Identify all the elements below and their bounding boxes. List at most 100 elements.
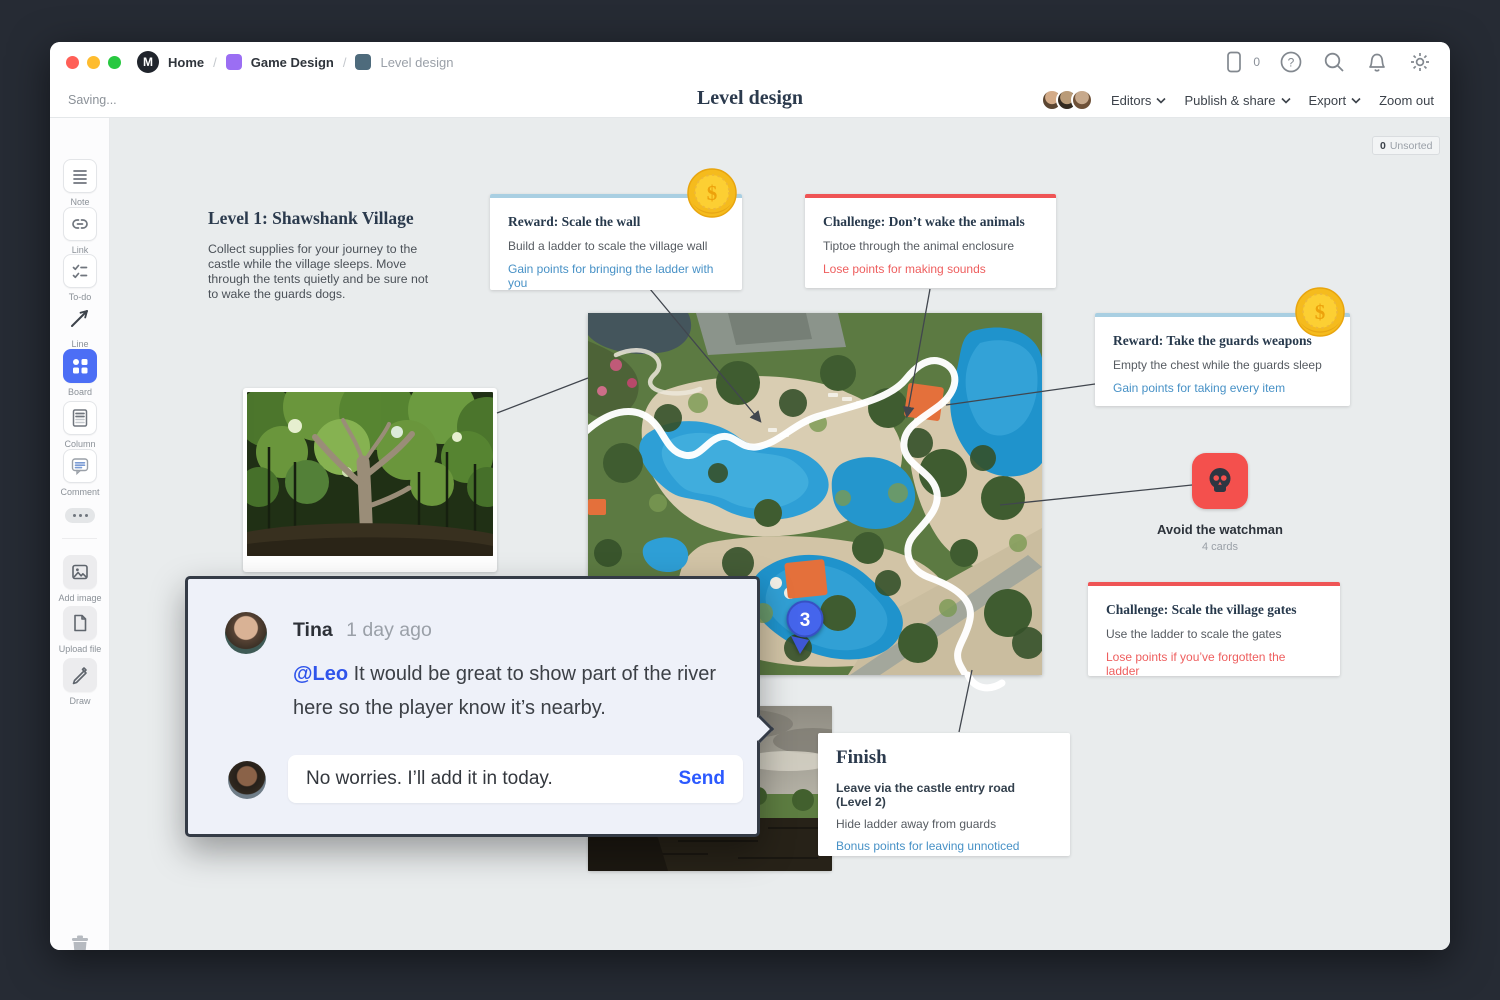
reply-input-value[interactable]: No worries. I’ll add it in today. [306, 768, 679, 790]
card-link[interactable]: Gain points for bringing the ladder with… [508, 262, 724, 290]
chevron-down-icon [1351, 97, 1361, 104]
mention-link[interactable]: @Leo [293, 663, 348, 685]
tool-column[interactable]: Column [50, 401, 110, 449]
tool-link[interactable]: Link [50, 207, 110, 255]
close-window-button[interactable] [66, 56, 79, 69]
tool-upload-file[interactable]: Upload file [50, 606, 110, 654]
app-window: M Home / Game Design / Level design 0 ? [50, 42, 1450, 950]
chevron-down-icon [1156, 97, 1166, 104]
settings-gear-icon[interactable] [1408, 50, 1432, 74]
card-body: Use the ladder to scale the gates [1106, 627, 1322, 641]
board-icon [68, 354, 92, 378]
card-challenge-gates[interactable]: Challenge: Scale the village gates Use t… [1088, 582, 1340, 676]
comment-timestamp: 1 day ago [346, 619, 432, 641]
coin-icon: $ [686, 167, 738, 219]
breadcrumb-board[interactable]: Game Design [251, 55, 334, 70]
forest-image [247, 392, 493, 556]
editor-avatars[interactable] [1041, 89, 1093, 111]
editors-menu[interactable]: Editors [1111, 93, 1166, 108]
subboard-avoid-watchman[interactable]: Avoid the watchman 4 cards [1140, 453, 1300, 553]
tool-trash[interactable]: Trash [50, 930, 110, 950]
tool-more[interactable] [50, 508, 110, 523]
chevron-down-icon [1281, 97, 1291, 104]
send-button[interactable]: Send [679, 768, 725, 790]
card-title: Challenge: Don’t wake the animals [823, 214, 1038, 230]
breadcrumb-separator: / [343, 55, 347, 70]
link-icon [69, 213, 91, 235]
search-icon[interactable] [1322, 50, 1346, 74]
card-link[interactable]: Lose points if you’ve forgotten the ladd… [1106, 650, 1322, 678]
notifications-bell-icon[interactable] [1365, 50, 1389, 74]
device-icon[interactable] [1225, 50, 1247, 74]
tool-add-image[interactable]: Add image [50, 555, 110, 603]
device-count: 0 [1253, 55, 1260, 69]
card-title: Finish [836, 747, 1052, 769]
unsorted-tray-button[interactable]: 0Unsorted [1372, 136, 1440, 155]
tool-comment[interactable]: Comment [50, 449, 110, 497]
tool-line[interactable]: Line [50, 301, 110, 349]
card-line-bold: Leave via the castle entry road (Level 2… [836, 781, 1052, 809]
tool-draw[interactable]: Draw [50, 658, 110, 706]
comment-text: @Leo It would be great to show part of t… [293, 657, 718, 725]
card-reward-scale-wall[interactable]: $ Reward: Scale the wall Build a ladder … [490, 194, 742, 290]
more-dots-icon [65, 508, 95, 523]
subboard-count: 4 cards [1140, 541, 1300, 553]
skull-tile[interactable] [1192, 453, 1248, 509]
card-link[interactable]: Lose points for making sounds [823, 262, 1038, 276]
comment-popup: Tina 1 day ago @Leo It would be great to… [185, 576, 760, 837]
card-title: Challenge: Scale the village gates [1106, 602, 1322, 618]
help-icon[interactable]: ? [1279, 50, 1303, 74]
card-body: Build a ladder to scale the village wall [508, 239, 724, 253]
card-line: Hide ladder away from guards [836, 817, 1052, 831]
card-challenge-animals[interactable]: Challenge: Don’t wake the animals Tiptoe… [805, 194, 1056, 288]
window-titlebar: M Home / Game Design / Level design 0 ? [50, 42, 1450, 82]
line-arrow-icon [67, 305, 93, 331]
level-note[interactable]: Level 1: Shawshank Village Collect suppl… [208, 208, 436, 302]
card-body: Empty the chest while the guards sleep [1113, 358, 1332, 372]
svg-text:$: $ [1315, 300, 1326, 324]
export-menu[interactable]: Export [1309, 93, 1362, 108]
card-finish[interactable]: Finish Leave via the castle entry road (… [818, 733, 1070, 856]
reply-input[interactable]: No worries. I’ll add it in today. Send [288, 755, 743, 803]
skull-icon [1203, 464, 1237, 498]
note-icon [69, 165, 91, 187]
tool-board[interactable]: Board [50, 349, 110, 397]
upload-file-icon [69, 612, 91, 634]
svg-text:$: $ [707, 181, 718, 205]
board-toolbar: Saving... Level design Editors Publish &… [50, 82, 1450, 118]
board-color-icon [226, 54, 242, 70]
breadcrumb-current: Level design [380, 55, 453, 70]
svg-text:?: ? [1288, 56, 1295, 70]
card-link[interactable]: Bonus points for leaving unnoticed [836, 839, 1052, 853]
forest-image-card[interactable] [243, 388, 497, 572]
note-title: Level 1: Shawshank Village [208, 208, 436, 229]
tools-sidebar: Note Link To-do Line Board [50, 118, 110, 950]
publish-share-menu[interactable]: Publish & share [1184, 93, 1290, 108]
minimize-window-button[interactable] [87, 56, 100, 69]
comment-author: Tina [293, 619, 333, 641]
column-icon [69, 407, 91, 429]
board-canvas[interactable]: 0Unsorted Level 1: Shawshank Village Col… [110, 118, 1450, 950]
card-reward-weapons[interactable]: $ Reward: Take the guards weapons Empty … [1095, 313, 1350, 406]
tool-todo[interactable]: To-do [50, 254, 110, 302]
subboard-label: Avoid the watchman [1140, 522, 1300, 537]
sidebar-divider [62, 538, 97, 539]
add-image-icon [69, 561, 91, 583]
card-link[interactable]: Gain points for taking every item [1113, 381, 1332, 395]
avatar [1071, 89, 1093, 111]
card-body: Tiptoe through the animal enclosure [823, 239, 1038, 253]
app-logo-icon[interactable]: M [137, 51, 159, 73]
card-accent [1088, 582, 1340, 586]
trash-icon [65, 930, 95, 950]
note-body: Collect supplies for your journey to the… [208, 242, 436, 302]
tool-note[interactable]: Note [50, 159, 110, 207]
maximize-window-button[interactable] [108, 56, 121, 69]
svg-text:3: 3 [800, 610, 811, 631]
avatar-leo [228, 761, 266, 799]
todo-icon [69, 260, 91, 282]
zoom-out-button[interactable]: Zoom out [1379, 93, 1434, 108]
avatar-tina [225, 612, 267, 654]
card-accent [805, 194, 1056, 198]
breadcrumb-home[interactable]: Home [168, 55, 204, 70]
comment-icon [69, 455, 91, 477]
